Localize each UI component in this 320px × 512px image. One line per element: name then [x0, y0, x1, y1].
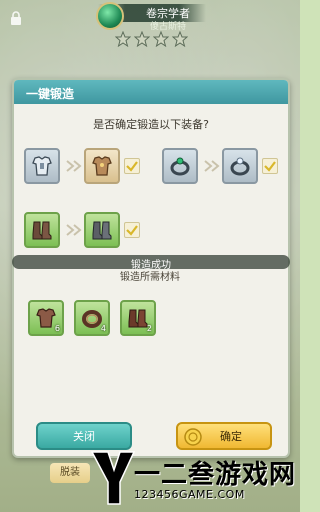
armor-slot[interactable] — [24, 148, 60, 184]
watermark: 一二叁游戏网 123456GAME.COM — [90, 448, 300, 512]
watermark-title: 一二叁游戏网 — [134, 460, 297, 490]
ring-upgraded-icon — [230, 157, 250, 176]
dialog-header: 一键锻造 — [14, 80, 288, 104]
forge-item-row — [24, 206, 154, 254]
watermark-logo-icon — [90, 451, 136, 505]
confirm-question: 是否确定锻造以下装备? — [93, 118, 209, 131]
material-slot[interactable]: 6 — [28, 300, 64, 336]
ring-slot[interactable] — [162, 148, 198, 184]
check-icon — [126, 161, 138, 172]
close-button[interactable]: 关闭 — [36, 422, 132, 450]
check-icon — [264, 161, 276, 172]
star-icon — [115, 31, 131, 47]
hero-emblem-icon — [96, 2, 124, 30]
material-slot[interactable]: 4 — [74, 300, 110, 336]
star-icon — [172, 31, 188, 47]
boots-icon — [32, 221, 52, 240]
arrow-right-icon — [66, 160, 82, 172]
hero-star-rating — [115, 31, 189, 47]
armor-upgraded-icon — [92, 156, 112, 176]
armor-icon — [32, 156, 52, 176]
boots-upgraded-icon — [92, 221, 112, 240]
ring-result-slot[interactable] — [222, 148, 258, 184]
coin-icon — [184, 428, 202, 446]
material-count: 6 — [54, 324, 60, 333]
material-slot[interactable]: 2 — [120, 300, 156, 336]
confirm-button[interactable]: 确定 — [176, 422, 272, 450]
checkbox[interactable] — [124, 222, 140, 238]
ring-icon — [170, 157, 190, 176]
success-toast: 锻造成功 — [12, 255, 290, 271]
material-count: 2 — [146, 324, 152, 333]
lock-icon[interactable] — [9, 10, 23, 26]
confirm-label: 确定 — [220, 430, 242, 443]
bottom-tab[interactable]: 脱装 — [50, 463, 90, 483]
arrow-right-icon — [66, 224, 82, 236]
checkbox[interactable] — [262, 158, 278, 174]
checkbox[interactable] — [124, 158, 140, 174]
arrow-right-icon — [204, 160, 220, 172]
dialog-title: 一键锻造 — [26, 87, 75, 101]
star-icon — [134, 31, 150, 47]
boots-slot[interactable] — [24, 212, 60, 248]
watermark-url: 123456GAME.COM — [134, 488, 245, 501]
materials-title: 锻造所需材料 — [120, 272, 180, 283]
forge-item-row — [24, 142, 284, 190]
check-icon — [126, 225, 138, 236]
star-icon — [153, 31, 169, 47]
armor-result-slot[interactable] — [84, 148, 120, 184]
material-count: 4 — [100, 324, 106, 333]
boots-result-slot[interactable] — [84, 212, 120, 248]
